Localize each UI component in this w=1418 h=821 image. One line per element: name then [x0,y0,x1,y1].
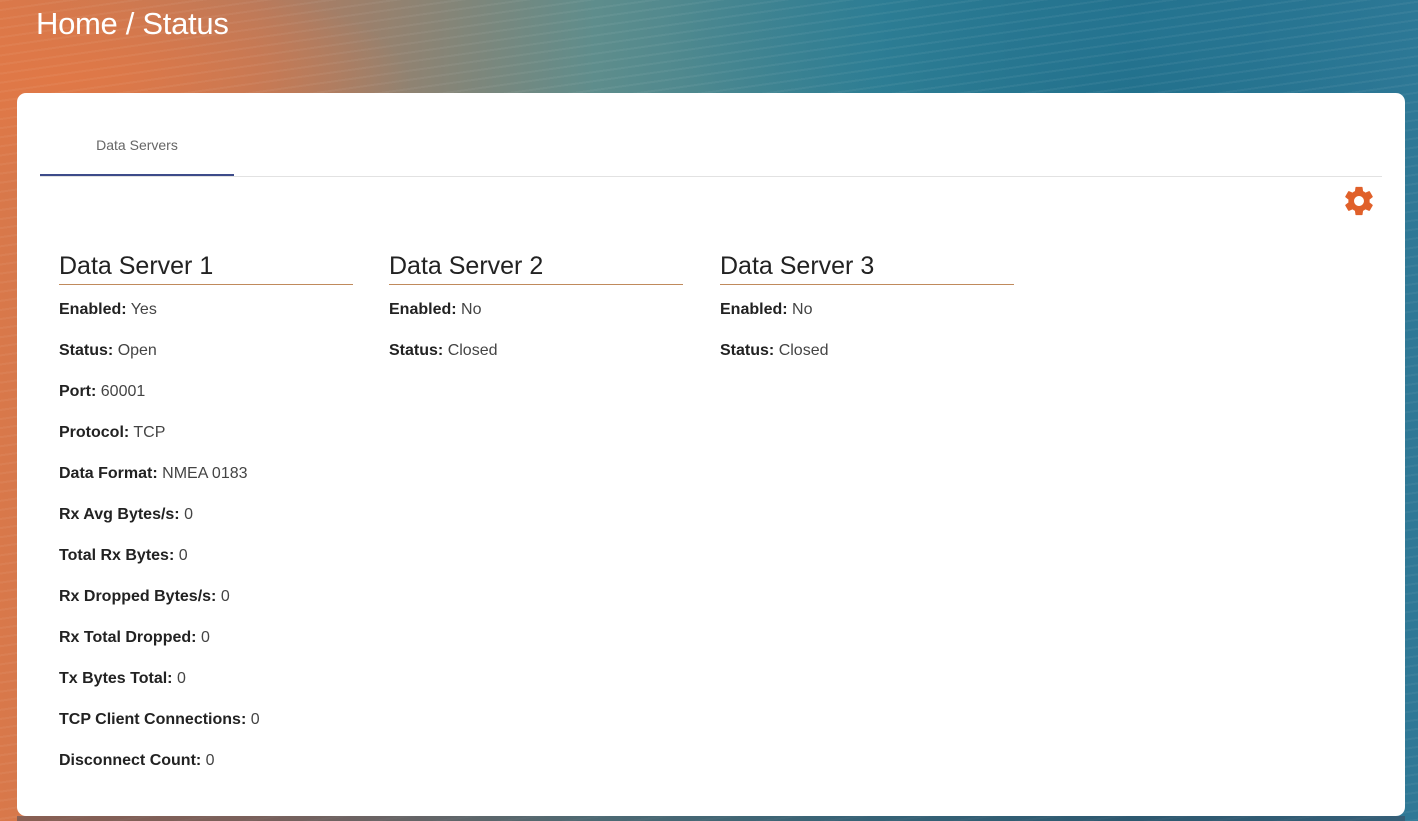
data-server-2-section: Data Server 2 Enabled: No Status: Closed [389,250,683,364]
field-value: TCP [133,424,166,441]
total-rx-bytes-field: Total Rx Bytes: 0 [59,543,353,569]
tx-bytes-total-field: Tx Bytes Total: 0 [59,666,353,692]
field-value: 0 [250,711,260,728]
bottom-shadow [17,816,1405,821]
data-server-1-heading: Data Server 1 [59,250,353,285]
field-value: No [792,301,813,318]
field-label: Port: [59,383,97,400]
field-value: 0 [178,547,188,564]
enabled-field: Enabled: No [720,297,1014,323]
data-server-1-section: Data Server 1 Enabled: Yes Status: Open … [59,250,353,774]
field-value: 0 [200,629,210,646]
field-label: Disconnect Count: [59,752,202,769]
field-label: Rx Dropped Bytes/s: [59,588,217,605]
field-value: Closed [778,342,829,359]
data-server-3-heading: Data Server 3 [720,250,1014,285]
tab-bar: Data Servers [40,93,1382,177]
field-value: 0 [176,670,186,687]
data-format-field: Data Format: NMEA 0183 [59,461,353,487]
field-value: 0 [184,506,193,523]
field-label: Status: [59,342,114,359]
field-label: Status: [389,342,444,359]
data-server-3-section: Data Server 3 Enabled: No Status: Closed [720,250,1014,364]
gear-icon-graphic [1345,186,1373,216]
status-field: Status: Closed [720,338,1014,364]
field-label: Rx Total Dropped: [59,629,197,646]
field-label: Enabled: [59,301,127,318]
status-panel: Data Servers Data Server 1 Enabled: Yes … [17,93,1405,816]
page-title: Home / Status [36,6,229,41]
field-label: Enabled: [389,301,457,318]
field-value: Yes [130,301,157,318]
field-value: 0 [220,588,230,605]
field-label: TCP Client Connections: [59,711,247,728]
field-value: 60001 [100,383,146,400]
field-label: Tx Bytes Total: [59,670,173,687]
enabled-field: Enabled: Yes [59,297,353,323]
field-value: 0 [205,752,215,769]
field-label: Status: [720,342,775,359]
disconnect-count-field: Disconnect Count: 0 [59,748,353,774]
protocol-field: Protocol: TCP [59,420,353,446]
tab-data-servers[interactable]: Data Servers [40,93,234,176]
rx-total-dropped-field: Rx Total Dropped: 0 [59,625,353,651]
field-label: Total Rx Bytes: [59,547,175,564]
field-value: No [461,301,482,318]
status-field: Status: Closed [389,338,683,364]
enabled-field: Enabled: No [389,297,683,323]
data-server-2-heading: Data Server 2 [389,250,683,285]
field-value: NMEA 0183 [162,465,248,482]
port-field: Port: 60001 [59,379,353,405]
tcp-client-connections-field: TCP Client Connections: 0 [59,707,353,733]
tab-label: Data Servers [96,137,178,153]
field-label: Data Format: [59,465,158,482]
field-label: Protocol: [59,424,130,441]
status-field: Status: Open [59,338,353,364]
field-value: Closed [447,342,498,359]
field-value: Open [117,342,157,359]
rx-dropped-bytes-field: Rx Dropped Bytes/s: 0 [59,584,353,610]
field-label: Enabled: [720,301,788,318]
gear-icon[interactable] [1342,184,1376,218]
rx-avg-bytes-field: Rx Avg Bytes/s: 0 [59,502,353,528]
field-label: Rx Avg Bytes/s: [59,506,180,523]
